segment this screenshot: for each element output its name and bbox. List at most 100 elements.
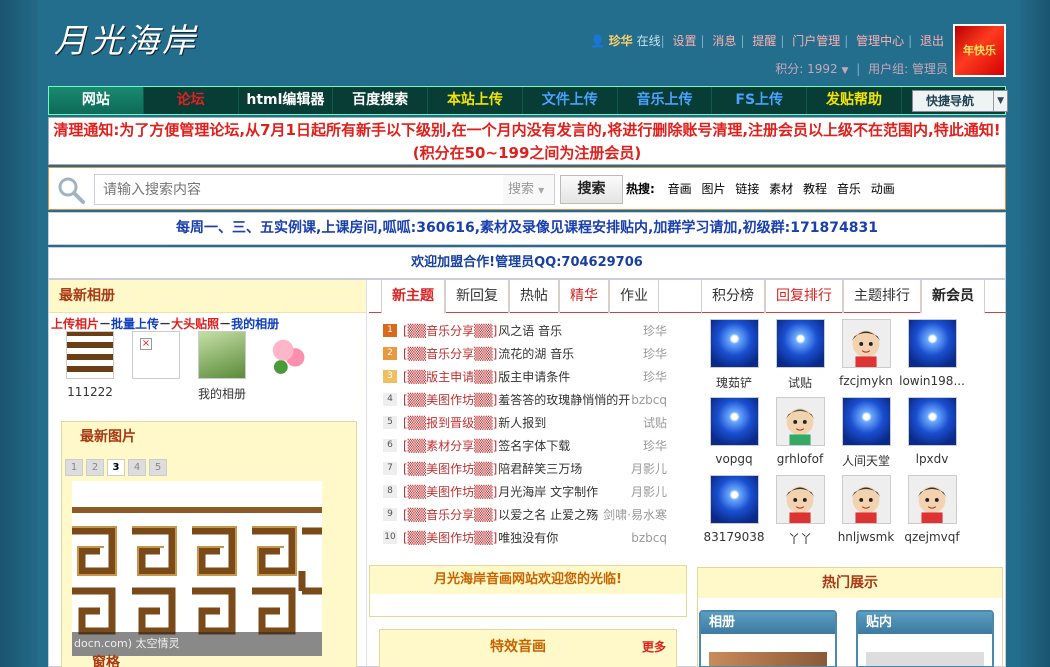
hot-post-panel[interactable]: 贴内: [856, 610, 994, 667]
batch-upload-link[interactable]: 批量上传: [111, 317, 159, 331]
logout-link[interactable]: 退出: [920, 34, 944, 48]
admin-center-link[interactable]: 管理中心: [856, 34, 904, 48]
topic-row[interactable]: 6 [▒▒素材分享▒▒] 签名字体下载 珍华: [383, 434, 687, 457]
topic-author[interactable]: 月影儿: [631, 483, 667, 500]
topic-author[interactable]: 珍华: [643, 345, 667, 362]
topic-author[interactable]: 珍华: [643, 322, 667, 339]
topic-row[interactable]: 10 [▒▒美图作坊▒▒] 唯独没有你 bzbcq: [383, 526, 687, 549]
user-avatar[interactable]: 年快乐: [953, 24, 1006, 77]
topic-title[interactable]: 流花的湖 音乐: [498, 345, 574, 362]
topic-category[interactable]: [▒▒报到晋级▒▒]: [403, 414, 497, 431]
tab-reply-rank[interactable]: 回复排行: [765, 280, 843, 313]
topic-author[interactable]: 珍华: [643, 368, 667, 385]
hot-album-panel[interactable]: 相册: [699, 610, 837, 667]
member-item[interactable]: 瑰茹铲: [701, 319, 767, 397]
album-item[interactable]: 111222: [57, 331, 123, 401]
usergroup-link[interactable]: 用户组: 管理员: [868, 62, 948, 76]
more-link[interactable]: 更多: [642, 638, 666, 655]
hot-word[interactable]: 链接: [735, 182, 759, 196]
page-button[interactable]: 5: [149, 459, 167, 476]
contact-notice[interactable]: 欢迎加盟合作!管理员QQ:704629706: [48, 247, 1006, 279]
topic-category[interactable]: [▒▒美图作坊▒▒]: [403, 529, 497, 546]
topic-category[interactable]: [▒▒美图作坊▒▒]: [403, 460, 497, 477]
member-item[interactable]: fzcjmykn: [833, 319, 899, 397]
page-button[interactable]: 2: [86, 459, 104, 476]
topic-author[interactable]: 珍华: [643, 437, 667, 454]
topic-title[interactable]: 陪君醉笑三万场: [498, 460, 582, 477]
page-button[interactable]: 1: [65, 459, 83, 476]
nav-item-forum[interactable]: 论坛: [144, 87, 239, 114]
reminders-link[interactable]: 提醒: [752, 34, 776, 48]
member-item[interactable]: lowin198...: [899, 319, 965, 397]
topic-row[interactable]: 3 [▒▒版主申请▒▒] 版主申请条件 珍华: [383, 365, 687, 388]
tab-credit-rank[interactable]: 积分榜: [701, 280, 765, 313]
hot-word[interactable]: 素材: [769, 182, 793, 196]
tab-new-topics[interactable]: 新主题: [381, 280, 445, 313]
member-item[interactable]: grhlofof: [767, 397, 833, 475]
topic-title[interactable]: 以爱之名 止爱之殇: [498, 506, 598, 523]
topic-row[interactable]: 1 [▒▒音乐分享▒▒] 风之语 音乐 珍华: [383, 319, 687, 342]
credits-dropdown[interactable]: 积分: 1992: [775, 62, 837, 76]
topic-category[interactable]: [▒▒美图作坊▒▒]: [403, 391, 497, 408]
my-album-link[interactable]: 我的相册: [231, 317, 279, 331]
quick-nav-button[interactable]: 快捷导航 ▼: [912, 90, 1009, 112]
topic-category[interactable]: [▒▒音乐分享▒▒]: [403, 322, 497, 339]
topic-title[interactable]: 签名字体下载: [498, 437, 570, 454]
nav-item-website[interactable]: 网站: [49, 87, 144, 114]
member-item[interactable]: vopgq: [701, 397, 767, 475]
settings-link[interactable]: 设置: [673, 34, 697, 48]
topic-row[interactable]: 7 [▒▒美图作坊▒▒] 陪君醉笑三万场 月影儿: [383, 457, 687, 480]
hot-word[interactable]: 音乐: [837, 182, 861, 196]
nav-item-post-help[interactable]: 发贴帮助: [807, 87, 902, 114]
topic-title[interactable]: 羞答答的玫瑰静悄悄的开: [498, 391, 630, 408]
topic-row[interactable]: 4 [▒▒美图作坊▒▒] 羞答答的玫瑰静悄悄的开 bzbcq: [383, 388, 687, 411]
search-button[interactable]: 搜索: [560, 175, 623, 204]
upload-photo-link[interactable]: 上传相片: [51, 317, 99, 331]
topic-category[interactable]: [▒▒素材分享▒▒]: [403, 437, 497, 454]
hot-word[interactable]: 图片: [701, 182, 725, 196]
member-item[interactable]: qzejmvqf: [899, 475, 965, 553]
member-item[interactable]: 丫丫: [767, 475, 833, 553]
member-item[interactable]: 人间天堂: [833, 397, 899, 475]
topic-title[interactable]: 版主申请条件: [498, 368, 570, 385]
member-item[interactable]: lpxdv: [899, 397, 965, 475]
hot-word[interactable]: 音画: [668, 182, 692, 196]
online-status[interactable]: 在线: [637, 34, 661, 48]
username-link[interactable]: 珍华: [609, 34, 633, 48]
nav-item-baidu-search[interactable]: 百度搜索: [333, 87, 429, 114]
featured-picture[interactable]: [72, 481, 322, 656]
nav-item-file-upload[interactable]: 文件上传: [523, 87, 618, 114]
tab-topic-rank[interactable]: 主题排行: [843, 280, 921, 313]
site-logo[interactable]: 月光海岸: [54, 14, 198, 62]
member-item[interactable]: 试贴: [767, 319, 833, 397]
nav-item-music-upload[interactable]: 音乐上传: [618, 87, 713, 114]
album-item[interactable]: 我的相册: [189, 331, 255, 401]
topic-row[interactable]: 9 [▒▒音乐分享▒▒] 以爱之名 止爱之殇 剑啸·易水寒: [383, 503, 687, 526]
hot-word[interactable]: 动画: [871, 182, 895, 196]
messages-link[interactable]: 消息: [712, 34, 736, 48]
tab-new-replies[interactable]: 新回复: [445, 280, 509, 313]
topic-author[interactable]: bzbcq: [631, 531, 667, 545]
topic-category[interactable]: [▒▒版主申请▒▒]: [403, 368, 497, 385]
photo-sticker-link[interactable]: 大头贴照: [171, 317, 219, 331]
nav-item-site-upload[interactable]: 本站上传: [428, 87, 523, 114]
topic-row[interactable]: 8 [▒▒美图作坊▒▒] 月光海岸 文字制作 月影儿: [383, 480, 687, 503]
page-button-current[interactable]: 3: [107, 459, 125, 476]
search-input[interactable]: [94, 174, 504, 205]
topic-author[interactable]: bzbcq: [631, 393, 667, 407]
album-item[interactable]: [255, 331, 321, 401]
topic-title[interactable]: 唯独没有你: [498, 529, 558, 546]
portal-admin-link[interactable]: 门户管理: [792, 34, 840, 48]
tab-homework[interactable]: 作业: [609, 280, 659, 313]
tab-new-members[interactable]: 新会员: [921, 280, 985, 313]
hot-word[interactable]: 教程: [803, 182, 827, 196]
member-item[interactable]: 83179038: [701, 475, 767, 553]
topic-author[interactable]: 试贴: [643, 414, 667, 431]
tab-hot-posts[interactable]: 热帖: [509, 280, 559, 313]
class-notice[interactable]: 每周一、三、五实例课,上课房间,呱呱:360616,素材及录像见课程安排贴内,加…: [48, 212, 1006, 245]
topic-category[interactable]: [▒▒音乐分享▒▒]: [403, 506, 497, 523]
topic-title[interactable]: 新人报到: [498, 414, 546, 431]
topic-row[interactable]: 2 [▒▒音乐分享▒▒] 流花的湖 音乐 珍华: [383, 342, 687, 365]
topic-author[interactable]: 月影儿: [631, 460, 667, 477]
nav-item-fs-upload[interactable]: FS上传: [712, 87, 808, 114]
